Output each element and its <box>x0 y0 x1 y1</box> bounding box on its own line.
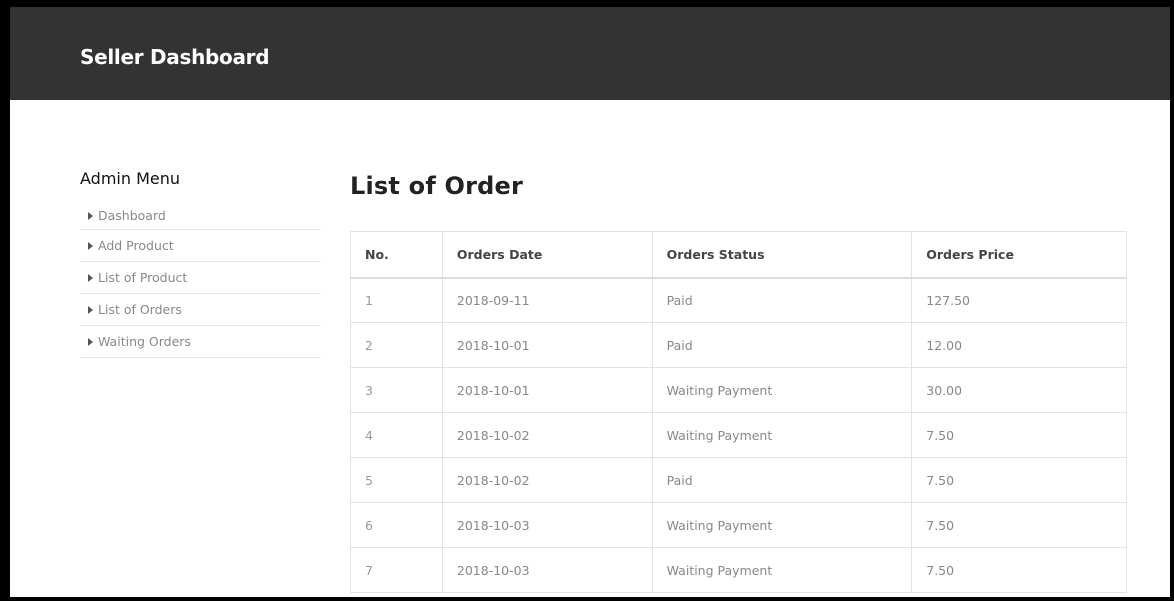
caret-right-icon <box>88 273 93 282</box>
sidebar-item-dashboard[interactable]: Dashboard <box>80 202 321 230</box>
cell-no: 5 <box>350 457 443 503</box>
browser-viewport: Seller Dashboard Admin Menu Dashboard Ad… <box>0 0 1174 601</box>
caret-right-icon <box>88 305 93 314</box>
table-row: 5 2018-10-02 Paid 7.50 <box>350 457 1127 503</box>
cell-no: 4 <box>350 412 443 458</box>
cell-orders-date: 2018-10-03 <box>441 547 653 593</box>
cell-no: 3 <box>350 367 443 413</box>
caret-right-icon <box>88 241 93 250</box>
cell-no: 6 <box>350 502 443 548</box>
cell-orders-date: 2018-10-01 <box>441 322 653 368</box>
sidebar-item-label: List of Product <box>98 269 188 285</box>
caret-right-icon <box>88 211 93 220</box>
table-row: 4 2018-10-02 Waiting Payment 7.50 <box>350 412 1127 458</box>
sidebar-title: Admin Menu <box>80 169 181 188</box>
top-navbar: Seller Dashboard <box>10 7 1170 100</box>
sidebar-item-label: List of Orders <box>98 301 182 317</box>
sidebar-item-label: Add Product <box>98 237 174 253</box>
cell-orders-date: 2018-09-11 <box>441 277 653 323</box>
cell-no: 2 <box>350 322 443 368</box>
table-row: 1 2018-09-11 Paid 127.50 <box>350 277 1127 323</box>
page-title: List of Order <box>350 172 524 200</box>
table-row: 6 2018-10-03 Waiting Payment 7.50 <box>350 502 1127 548</box>
cell-orders-price: 7.50 <box>911 412 1127 458</box>
table-row: 2 2018-10-01 Paid 12.00 <box>350 322 1127 368</box>
sidebar-item-label: Waiting Orders <box>98 333 191 349</box>
cell-no: 7 <box>350 547 443 593</box>
cell-orders-status: Paid <box>651 277 913 323</box>
cell-orders-status: Waiting Payment <box>651 367 913 413</box>
table-row: 7 2018-10-03 Waiting Payment 7.50 <box>350 547 1127 593</box>
column-header-no: No. <box>350 231 443 279</box>
caret-right-icon <box>88 337 93 346</box>
cell-orders-date: 2018-10-01 <box>441 367 653 413</box>
sidebar-item-add-product[interactable]: Add Product <box>80 230 321 262</box>
cell-orders-status: Waiting Payment <box>651 412 913 458</box>
table-header-row: No. Orders Date Orders Status Orders Pri… <box>350 231 1127 279</box>
cell-orders-price: 7.50 <box>911 547 1127 593</box>
admin-sidebar: Admin Menu Dashboard Add Product List of… <box>80 167 321 358</box>
cell-orders-price: 7.50 <box>911 457 1127 503</box>
cell-orders-status: Paid <box>651 457 913 503</box>
cell-orders-status: Waiting Payment <box>651 547 913 593</box>
table-row: 3 2018-10-01 Waiting Payment 30.00 <box>350 367 1127 413</box>
cell-orders-price: 12.00 <box>911 322 1127 368</box>
column-header-orders-status: Orders Status <box>651 231 913 279</box>
cell-orders-date: 2018-10-03 <box>441 502 653 548</box>
sidebar-item-list-of-orders[interactable]: List of Orders <box>80 294 321 326</box>
cell-orders-price: 127.50 <box>911 277 1127 323</box>
cell-orders-date: 2018-10-02 <box>441 412 653 458</box>
main-content: List of Order No. Orders Date Orders Sta… <box>350 169 1127 593</box>
cell-orders-date: 2018-10-02 <box>441 457 653 503</box>
column-header-orders-date: Orders Date <box>441 231 653 279</box>
sidebar-item-label: Dashboard <box>98 207 166 223</box>
cell-orders-price: 7.50 <box>911 502 1127 548</box>
brand-title[interactable]: Seller Dashboard <box>80 45 270 69</box>
cell-orders-price: 30.00 <box>911 367 1127 413</box>
column-header-orders-price: Orders Price <box>911 231 1127 279</box>
cell-orders-status: Waiting Payment <box>651 502 913 548</box>
sidebar-item-waiting-orders[interactable]: Waiting Orders <box>80 326 321 358</box>
cell-no: 1 <box>350 277 443 323</box>
cell-orders-status: Paid <box>651 322 913 368</box>
admin-menu: Dashboard Add Product List of Product Li… <box>80 202 321 358</box>
sidebar-item-list-of-product[interactable]: List of Product <box>80 262 321 294</box>
orders-table: No. Orders Date Orders Status Orders Pri… <box>350 231 1127 593</box>
